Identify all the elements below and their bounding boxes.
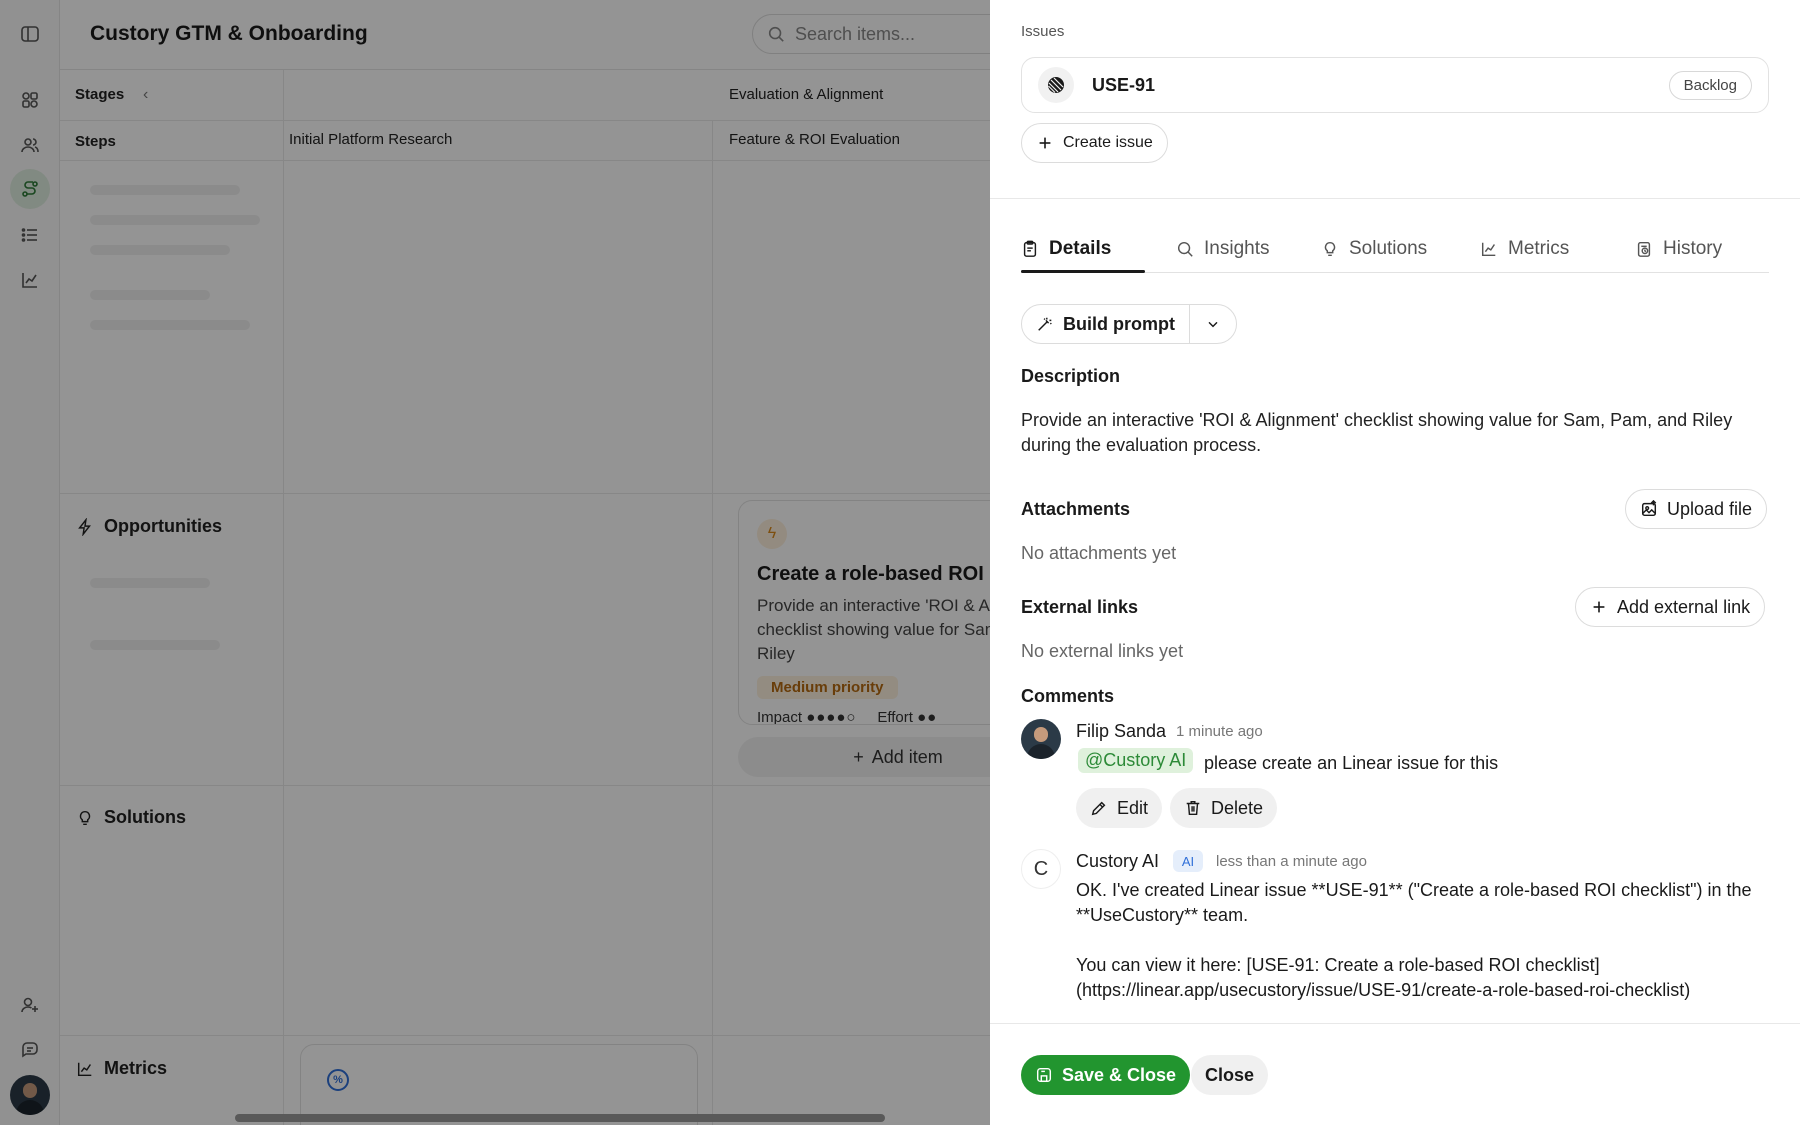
attachments-label: Attachments bbox=[1021, 499, 1131, 519]
image-upload-icon bbox=[1641, 500, 1657, 517]
wand-icon bbox=[1038, 317, 1052, 331]
commenter-avatar bbox=[1021, 719, 1061, 759]
no-external-links-text: No external links yet bbox=[1021, 641, 1184, 661]
comment-text-line: You can view it here: [USE-91: Create a … bbox=[1076, 955, 1600, 975]
comment-author: Filip Sanda bbox=[1076, 721, 1167, 741]
create-issue-button[interactable]: Create issue bbox=[1021, 123, 1168, 163]
tab-history[interactable]: History bbox=[1635, 230, 1722, 268]
comment-text-line: **UseCustory** team. bbox=[1076, 905, 1249, 925]
detail-tabs: Details Insights Solutions Metrics Histo… bbox=[1021, 226, 1769, 273]
add-external-link-button[interactable]: Add external link bbox=[1575, 587, 1766, 627]
modal-backdrop[interactable] bbox=[0, 0, 990, 1125]
history-icon bbox=[1637, 241, 1651, 257]
tab-solutions[interactable]: Solutions bbox=[1321, 230, 1427, 268]
comment-time: less than a minute ago bbox=[1216, 853, 1367, 870]
issue-status-badge[interactable]: Backlog bbox=[1668, 70, 1752, 100]
comment-text-line: OK. I've created Linear issue **USE-91**… bbox=[1076, 880, 1752, 900]
close-button[interactable]: Close bbox=[1191, 1055, 1269, 1095]
save-icon bbox=[1036, 1067, 1052, 1083]
mention-tag[interactable]: @Custory AI bbox=[1078, 748, 1194, 773]
tab-insights[interactable]: Insights bbox=[1176, 230, 1269, 268]
linear-logo-icon bbox=[1038, 67, 1074, 103]
section-divider bbox=[990, 198, 1800, 199]
tab-details[interactable]: Details bbox=[1021, 230, 1111, 268]
comment-text: please create an Linear issue for this bbox=[1204, 753, 1499, 773]
comment-time: 1 minute ago bbox=[1176, 723, 1263, 740]
comment-link[interactable]: (https://linear.app/usecustory/issue/USE… bbox=[1076, 978, 1690, 1003]
upload-file-button[interactable]: Upload file bbox=[1625, 489, 1768, 529]
delete-comment-button[interactable]: Delete bbox=[1170, 788, 1278, 828]
build-prompt-button[interactable]: Build prompt bbox=[1022, 305, 1189, 343]
chevron-down-icon bbox=[1208, 321, 1218, 328]
search-icon bbox=[1177, 241, 1193, 257]
pencil-icon bbox=[1091, 801, 1106, 816]
save-close-button[interactable]: Save & Close bbox=[1021, 1055, 1191, 1095]
plus-icon bbox=[1593, 601, 1605, 613]
active-tab-indicator bbox=[1021, 270, 1145, 273]
description-text[interactable]: Provide an interactive 'ROI & Alignment'… bbox=[1021, 408, 1769, 458]
build-prompt-split-button: Build prompt bbox=[1021, 304, 1237, 344]
comment-author: Custory AI bbox=[1076, 851, 1160, 871]
edit-comment-button[interactable]: Edit bbox=[1076, 788, 1163, 828]
plus-icon bbox=[1039, 137, 1051, 149]
linked-issue[interactable]: USE-91 Backlog bbox=[1021, 57, 1769, 113]
no-attachments-text: No attachments yet bbox=[1021, 543, 1177, 563]
comments-label: Comments bbox=[1021, 686, 1115, 706]
clipboard-icon bbox=[1023, 240, 1037, 257]
chart-line-icon bbox=[1481, 242, 1496, 257]
external-links-label: External links bbox=[1021, 597, 1139, 617]
build-prompt-dropdown[interactable] bbox=[1190, 305, 1236, 343]
lightbulb-icon bbox=[1324, 241, 1336, 257]
ai-badge: AI bbox=[1173, 850, 1203, 872]
issue-id: USE-91 bbox=[1092, 74, 1156, 95]
trash-icon bbox=[1186, 800, 1200, 816]
description-label: Description bbox=[1021, 366, 1121, 386]
ai-avatar: C bbox=[1021, 849, 1061, 889]
tab-metrics[interactable]: Metrics bbox=[1480, 230, 1569, 268]
issues-label: Issues bbox=[1021, 23, 1065, 40]
